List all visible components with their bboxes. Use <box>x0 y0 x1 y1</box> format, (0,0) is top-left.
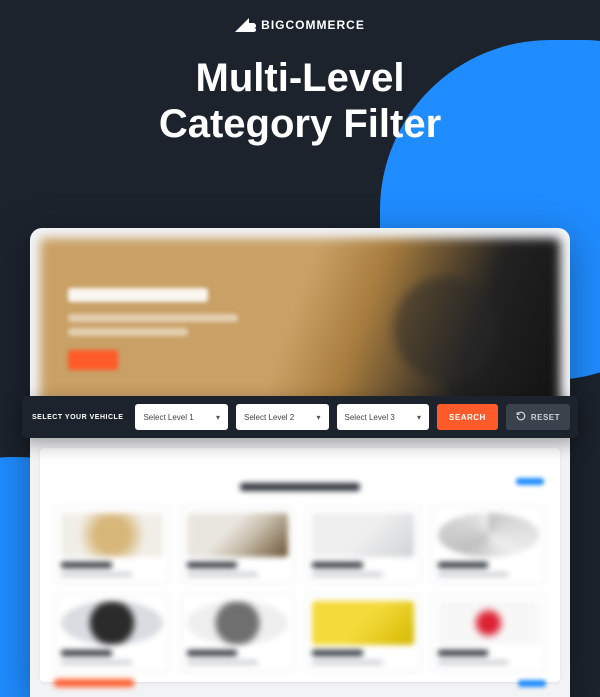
page-title: Multi-Level Category Filter <box>0 55 600 147</box>
reset-button[interactable]: RESET <box>506 404 570 430</box>
category-card[interactable] <box>54 506 170 584</box>
chevron-down-icon: ▾ <box>417 413 421 422</box>
hero-subtext <box>68 314 238 322</box>
hero-content <box>68 288 238 370</box>
featured-categories <box>40 448 560 682</box>
category-card[interactable] <box>431 506 547 584</box>
hero-heading <box>68 288 208 302</box>
category-card[interactable] <box>305 506 421 584</box>
select-placeholder: Select Level 2 <box>244 413 294 422</box>
brand-name: BIGCOMMERCE <box>261 18 365 32</box>
category-grid <box>54 506 546 672</box>
refresh-icon <box>516 411 526 423</box>
bigcommerce-icon <box>235 18 257 32</box>
hero-cta-button[interactable] <box>68 350 118 370</box>
level-3-select[interactable]: Select Level 3 ▾ <box>337 404 430 430</box>
view-all-link[interactable] <box>516 478 544 485</box>
title-line-1: Multi-Level <box>196 56 405 100</box>
level-2-select[interactable]: Select Level 2 ▾ <box>236 404 329 430</box>
category-card[interactable] <box>180 594 296 672</box>
select-placeholder: Select Level 1 <box>143 413 193 422</box>
category-card[interactable] <box>305 594 421 672</box>
reset-button-label: RESET <box>531 413 560 422</box>
category-card[interactable] <box>431 594 547 672</box>
chevron-down-icon: ▾ <box>317 413 321 422</box>
special-offers-heading <box>54 679 134 687</box>
category-card[interactable] <box>54 594 170 672</box>
product-mockup <box>30 228 570 697</box>
chevron-down-icon: ▾ <box>216 413 220 422</box>
featured-title <box>54 478 546 496</box>
search-button-label: SEARCH <box>449 413 486 422</box>
title-line-2: Category Filter <box>159 102 441 146</box>
select-placeholder: Select Level 3 <box>345 413 395 422</box>
vehicle-filter-bar: SELECT YOUR VEHICLE Select Level 1 ▾ Sel… <box>22 396 578 438</box>
brand-logo: BIGCOMMERCE <box>0 18 600 32</box>
hero-subtext <box>68 328 188 336</box>
search-button[interactable]: SEARCH <box>437 404 498 430</box>
view-all-link[interactable] <box>518 680 546 687</box>
level-1-select[interactable]: Select Level 1 ▾ <box>135 404 228 430</box>
category-card[interactable] <box>180 506 296 584</box>
filter-label: SELECT YOUR VEHICLE <box>30 414 127 421</box>
